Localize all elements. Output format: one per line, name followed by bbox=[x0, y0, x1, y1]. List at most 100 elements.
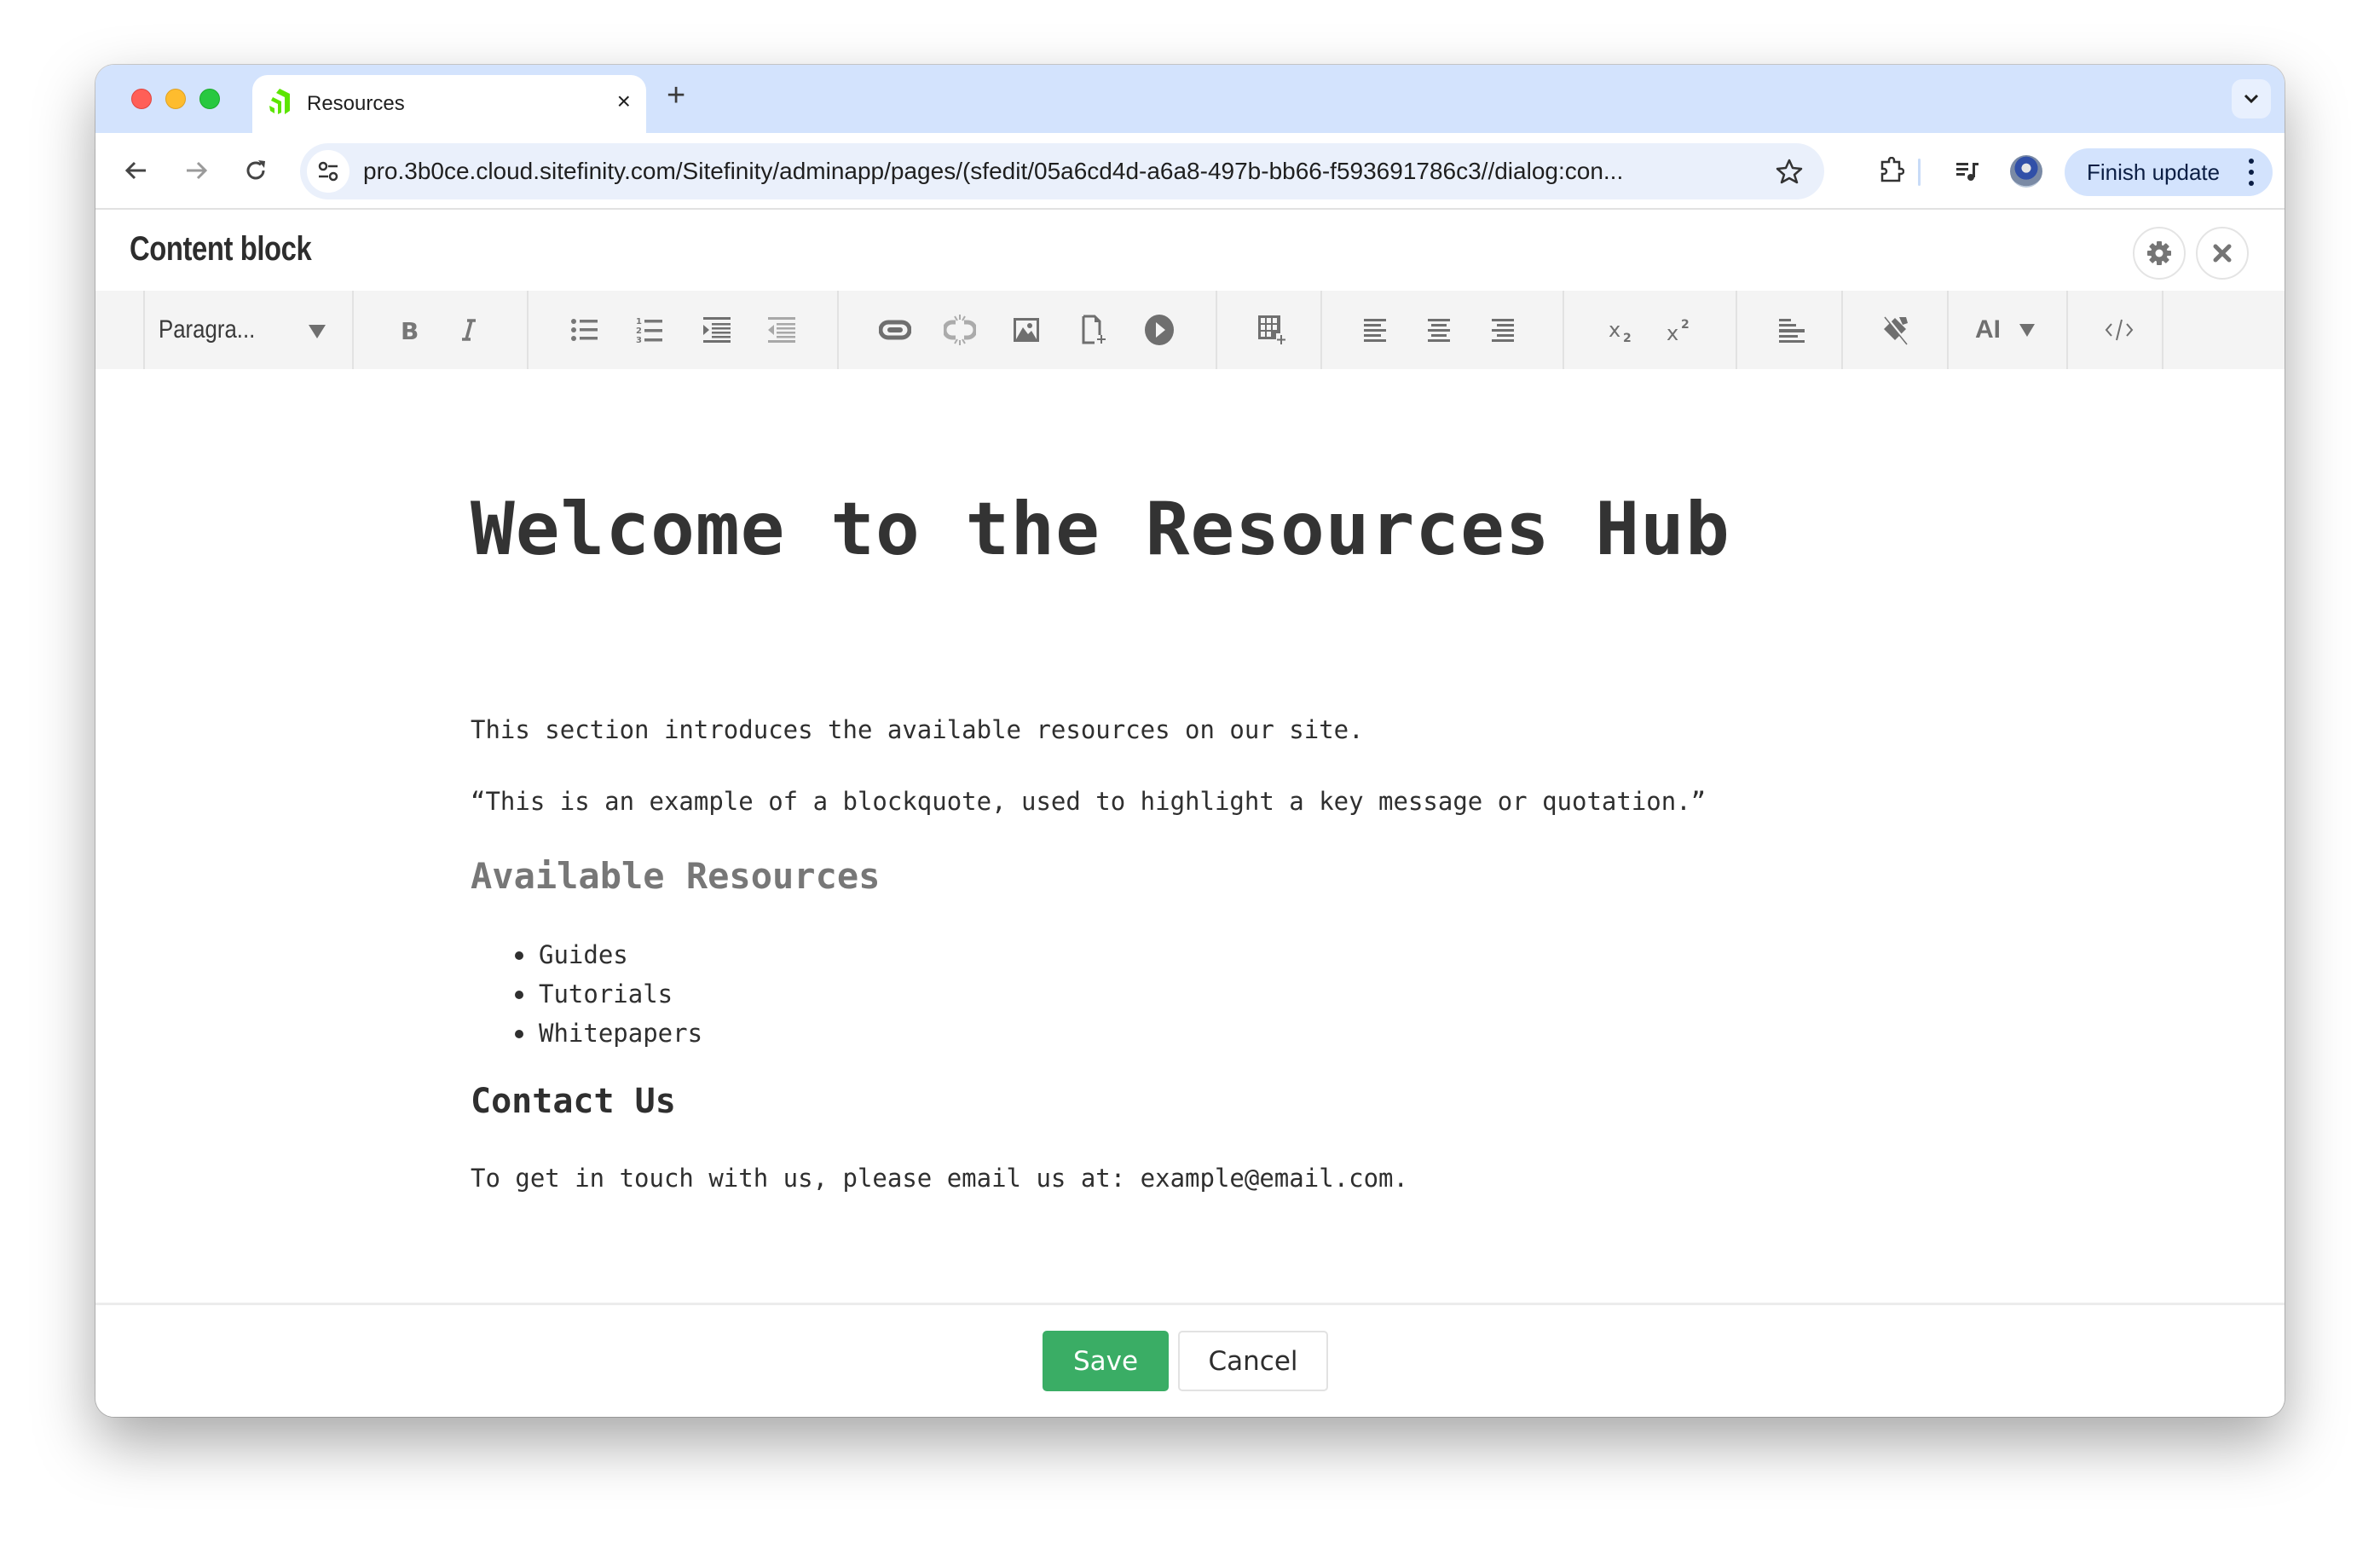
svg-text:x: x bbox=[1667, 321, 1678, 344]
superscript-icon: x2 bbox=[1667, 318, 1690, 344]
bold-button[interactable]: B bbox=[389, 309, 430, 350]
subscript-button[interactable]: x2 bbox=[1601, 309, 1642, 350]
superscript-button[interactable]: x2 bbox=[1659, 309, 1700, 350]
list-item: Guides bbox=[515, 935, 702, 974]
cancel-button[interactable]: Cancel bbox=[1178, 1331, 1328, 1391]
svg-text:3: 3 bbox=[636, 336, 642, 344]
caret-down-icon bbox=[2019, 323, 2035, 337]
resources-list: Guides Tutorials Whitepapers bbox=[515, 935, 702, 1053]
maximize-window-button[interactable] bbox=[199, 89, 220, 109]
svg-text:x: x bbox=[1609, 318, 1620, 342]
more-vert-icon bbox=[2249, 159, 2254, 186]
toolbar-separator bbox=[1841, 291, 1843, 369]
forward-button[interactable] bbox=[177, 152, 215, 189]
extensions-button[interactable] bbox=[1872, 152, 1909, 189]
list-item: Tutorials bbox=[515, 974, 702, 1014]
settings-button[interactable] bbox=[2133, 227, 2186, 280]
toolbar-separator bbox=[527, 291, 529, 369]
svg-text:2: 2 bbox=[1681, 318, 1690, 332]
gear-icon bbox=[2147, 241, 2171, 265]
new-tab-button[interactable]: + bbox=[667, 78, 685, 113]
align-right-button[interactable] bbox=[1482, 309, 1522, 350]
italic-button[interactable] bbox=[448, 309, 489, 350]
address-bar[interactable]: pro.3b0ce.cloud.sitefinity.com/Sitefinit… bbox=[300, 143, 1824, 199]
format-block-value: Paragra... bbox=[159, 315, 256, 344]
close-window-button[interactable] bbox=[131, 89, 152, 109]
bulleted-list-button[interactable] bbox=[564, 309, 605, 350]
reload-icon bbox=[246, 160, 265, 180]
contact-paragraph: To get in touch with us, please email us… bbox=[471, 1164, 1408, 1193]
unlink-icon bbox=[944, 315, 976, 345]
queue-music-icon bbox=[1956, 163, 1979, 181]
numbered-list-icon: 123 bbox=[636, 317, 662, 344]
svg-text:B: B bbox=[401, 318, 419, 342]
tab-title: Resources bbox=[307, 92, 405, 115]
format-paragraph-button[interactable] bbox=[1771, 309, 1812, 350]
browser-window: Resources × + pro.3b0ce.cloud.sitefinity… bbox=[95, 65, 2285, 1417]
ai-assistant-dropdown[interactable]: AI bbox=[1962, 309, 2048, 350]
unlink-button[interactable] bbox=[939, 309, 980, 350]
editor-content-area[interactable]: Welcome to the Resources Hub This sectio… bbox=[95, 369, 2285, 1293]
image-icon bbox=[1014, 318, 1039, 342]
bulleted-list-icon bbox=[571, 319, 598, 341]
heading-1: Welcome to the Resources Hub bbox=[471, 487, 1730, 572]
dialog-header: Content block bbox=[95, 211, 2285, 290]
link-icon bbox=[879, 320, 911, 340]
url-text[interactable]: pro.3b0ce.cloud.sitefinity.com/Sitefinit… bbox=[363, 158, 1623, 185]
toolbar-separator bbox=[837, 291, 839, 369]
list-item: Whitepapers bbox=[515, 1014, 702, 1053]
insert-link-button[interactable] bbox=[875, 309, 916, 350]
indent-button[interactable] bbox=[697, 309, 738, 350]
browser-tab-resources[interactable]: Resources × bbox=[252, 75, 646, 133]
toolbar-separator bbox=[2066, 291, 2068, 369]
heading-3: Contact Us bbox=[471, 1082, 676, 1121]
chevron-down-icon bbox=[2244, 94, 2259, 104]
code-icon bbox=[2105, 319, 2134, 341]
insert-table-button[interactable] bbox=[1251, 309, 1292, 350]
editor-toolbar: Paragra... B 123 x 2 x 2 AI bbox=[95, 291, 2285, 369]
document-add-icon bbox=[1082, 315, 1106, 344]
insert-document-button[interactable] bbox=[1074, 309, 1115, 350]
outdent-button[interactable] bbox=[762, 309, 803, 350]
insert-image-button[interactable] bbox=[1006, 309, 1047, 350]
arrow-right-icon bbox=[187, 161, 208, 180]
indent-icon bbox=[703, 317, 731, 343]
clear-formatting-button[interactable] bbox=[1875, 309, 1916, 350]
close-tab-icon[interactable]: × bbox=[617, 87, 631, 116]
tab-search-button[interactable] bbox=[2232, 79, 2271, 118]
finish-update-button[interactable]: Finish update bbox=[2065, 148, 2273, 196]
table-add-icon bbox=[1258, 315, 1286, 345]
media-controls-button[interactable] bbox=[1949, 152, 1986, 189]
close-icon bbox=[2213, 244, 2232, 263]
save-button[interactable]: Save bbox=[1043, 1331, 1169, 1391]
reload-button[interactable] bbox=[237, 152, 274, 189]
tab-strip: Resources × + bbox=[95, 65, 2285, 133]
insert-video-button[interactable] bbox=[1139, 309, 1180, 350]
outdent-icon bbox=[768, 317, 795, 343]
back-button[interactable] bbox=[118, 152, 155, 189]
numbered-list-button[interactable]: 123 bbox=[629, 309, 670, 350]
align-center-button[interactable] bbox=[1418, 309, 1459, 350]
toolbar-separator bbox=[1563, 291, 1564, 369]
close-dialog-button[interactable] bbox=[2196, 227, 2249, 280]
bookmark-button[interactable] bbox=[1773, 155, 1805, 188]
view-html-button[interactable] bbox=[2099, 309, 2140, 350]
site-info-button[interactable] bbox=[307, 150, 349, 193]
ai-label: AI bbox=[1975, 315, 2001, 344]
finish-update-label: Finish update bbox=[2087, 159, 2221, 185]
minimize-window-button[interactable] bbox=[165, 89, 186, 109]
svg-text:2: 2 bbox=[636, 327, 642, 336]
bold-icon: B bbox=[401, 318, 419, 342]
browser-toolbar: pro.3b0ce.cloud.sitefinity.com/Sitefinit… bbox=[95, 133, 2285, 210]
svg-text:1: 1 bbox=[636, 317, 642, 327]
align-left-button[interactable] bbox=[1355, 309, 1396, 350]
format-block-select[interactable]: Paragra... bbox=[143, 291, 351, 369]
profile-avatar[interactable] bbox=[2010, 155, 2042, 188]
toolbar-separator bbox=[2162, 291, 2163, 369]
tune-icon bbox=[318, 161, 338, 182]
align-center-icon bbox=[1428, 319, 1450, 342]
toolbar-divider bbox=[1918, 159, 1921, 186]
eraser-icon bbox=[1884, 315, 1909, 345]
blockquote: “This is an example of a blockquote, use… bbox=[471, 787, 1707, 816]
toolbar-separator bbox=[1320, 291, 1322, 369]
